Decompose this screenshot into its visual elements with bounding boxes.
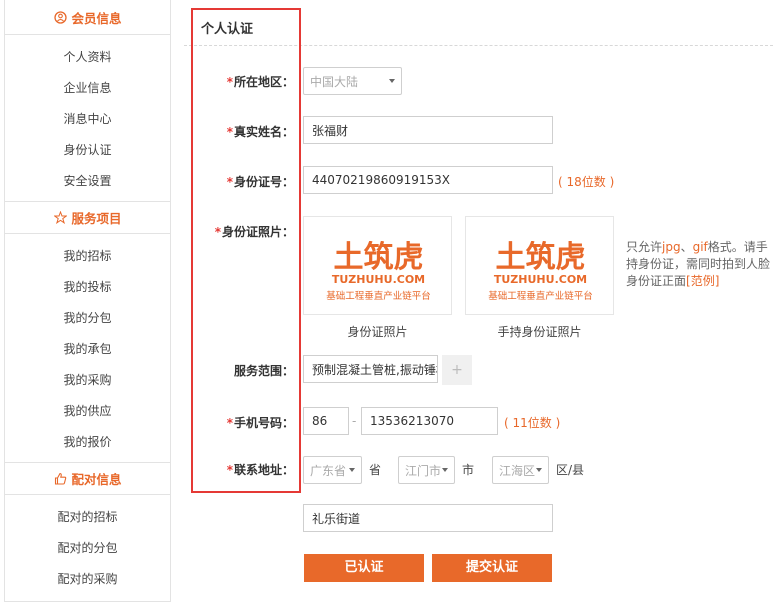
sidebar-item-company[interactable]: 企业信息 [5,73,170,104]
section-matching: 配对信息 [5,462,170,495]
id-number-field[interactable]: 44070219860919153X [303,166,553,194]
city-unit: 市 [462,463,475,477]
district-select[interactable]: 江海区 [492,456,549,484]
star-icon [53,211,67,225]
region-value: 中国大陆 [310,74,359,89]
tuzhuhu-logo: 土筑虎 TUZHUHU.COM 基础工程垂直产业链平台 [326,241,431,301]
name-field[interactable]: 张福财 [303,116,553,144]
identity-verification-form: 个人认证 *所在地区： 中国大陆 *真实姓名： 张福财 *身份证号： 44070… [184,0,773,602]
sidebar-item-messages[interactable]: 消息中心 [5,104,170,135]
note-separator: 、 [680,240,693,254]
required-mark: * [226,463,233,477]
logo-domain: TUZHUHU.COM [494,273,587,286]
phone-label: *手机号码： [184,414,294,431]
member-icon [53,10,67,24]
chevron-down-icon [349,468,355,472]
sidebar-item-matched-tenders[interactable]: 配对的招标 [5,502,170,533]
required-mark: * [226,125,233,139]
region-label-text: 所在地区： [233,75,294,89]
name-label-text: 真实姓名： [233,125,294,139]
service-field[interactable]: 预制混凝土管桩,振动锤桩 [303,355,438,383]
thumbs-up-icon [53,472,67,486]
sidebar-item-my-tenders[interactable]: 我的招标 [5,241,170,272]
logo-slogan: 基础工程垂直产业链平台 [488,290,593,301]
logo-main: 土筑虎 [334,241,424,275]
street-field[interactable]: 礼乐街道 [303,504,553,532]
page-title: 个人认证 [201,22,254,37]
country-code-field[interactable]: 86 [303,407,349,435]
title-row: 个人认证 [184,0,773,46]
note-format-jpg: jpg [662,240,681,254]
address-label-text: 联系地址： [233,463,294,477]
address-label: *联系地址： [184,461,294,478]
province-unit: 省 [369,463,382,477]
required-mark: * [214,225,221,239]
example-link[interactable]: [范例] [686,274,719,288]
submit-verification-button[interactable]: 提交认证 [432,554,552,582]
chevron-down-icon [442,468,448,472]
id-photo-label-text: 身份证照片： [221,225,294,239]
logo-slogan: 基础工程垂直产业链平台 [326,290,431,301]
sidebar-item-security[interactable]: 安全设置 [5,166,170,197]
province-select[interactable]: 广东省 [303,456,362,484]
district-unit: 区/县 [556,463,585,477]
add-service-button[interactable]: + [442,355,472,385]
tuzhuhu-logo: 土筑虎 TUZHUHU.COM 基础工程垂直产业链平台 [488,241,593,301]
sidebar-item-my-bids[interactable]: 我的投标 [5,272,170,303]
note-prefix: 只允许 [626,240,663,254]
handheld-id-photo-upload[interactable]: 土筑虎 TUZHUHU.COM 基础工程垂直产业链平台 [465,216,614,315]
note-format-gif: gif [692,240,708,254]
id-number-label-text: 身份证号： [233,175,294,189]
section-title: 会员信息 [71,10,122,26]
id-photo-caption: 身份证照片 [347,325,408,339]
section-member-info: 会员信息 [5,0,170,35]
phone-label-text: 手机号码： [233,416,294,430]
province-value: 广东省 [310,463,347,478]
verified-button[interactable]: 已认证 [304,554,424,582]
service-label-text: 服务范围： [233,364,294,378]
sidebar-item-my-supplies[interactable]: 我的供应 [5,396,170,427]
chevron-down-icon [536,468,542,472]
phone-field[interactable]: 13536213070 [361,407,498,435]
sidebar-item-my-quotes[interactable]: 我的报价 [5,427,170,458]
id-number-label: *身份证号： [184,173,294,190]
member-info-list: 个人资料 企业信息 消息中心 身份认证 安全设置 [5,35,170,201]
matching-list: 配对的招标 配对的分包 配对的采购 [5,495,170,599]
required-mark: * [226,416,233,430]
services-list: 我的招标 我的投标 我的分包 我的承包 我的采购 我的供应 我的报价 [5,234,170,462]
section-services: 服务项目 [5,201,170,234]
required-mark: * [226,75,233,89]
name-label: *真实姓名： [184,123,294,140]
city-select[interactable]: 江门市 [398,456,455,484]
chevron-down-icon [389,79,395,83]
sidebar-item-my-subcontracts[interactable]: 我的分包 [5,303,170,334]
phone-dash: - [352,414,357,428]
sidebar-item-matched-purchases[interactable]: 配对的采购 [5,564,170,595]
sidebar-item-profile[interactable]: 个人资料 [5,42,170,73]
service-label: 服务范围： [184,362,294,379]
logo-domain: TUZHUHU.COM [332,273,425,286]
handheld-id-photo-caption: 手持身份证照片 [497,325,582,339]
required-mark: * [226,175,233,189]
sidebar: 会员信息 个人资料 企业信息 消息中心 身份认证 安全设置 服务项目 我的招标 … [4,0,171,602]
district-value: 江海区 [499,463,536,478]
sidebar-item-my-purchases[interactable]: 我的采购 [5,365,170,396]
sidebar-item-identity[interactable]: 身份认证 [5,135,170,166]
sidebar-item-my-contracts[interactable]: 我的承包 [5,334,170,365]
logo-main: 土筑虎 [496,241,586,275]
region-label: *所在地区： [184,73,294,90]
section-title: 配对信息 [71,472,122,487]
id-photo-label: *身份证照片： [184,223,294,240]
id-photo-upload[interactable]: 土筑虎 TUZHUHU.COM 基础工程垂直产业链平台 [303,216,452,315]
section-title: 服务项目 [71,211,122,226]
id-number-hint: ( 18位数 ) [558,175,615,189]
region-select[interactable]: 中国大陆 [303,67,402,95]
sidebar-item-matched-subcontracts[interactable]: 配对的分包 [5,533,170,564]
phone-hint: ( 11位数 ) [504,416,561,430]
upload-note: 只允许jpg、gif格式。请手持身份证，需同时拍到人脸身份证正面[范例] [626,239,773,290]
city-value: 江门市 [405,463,442,478]
